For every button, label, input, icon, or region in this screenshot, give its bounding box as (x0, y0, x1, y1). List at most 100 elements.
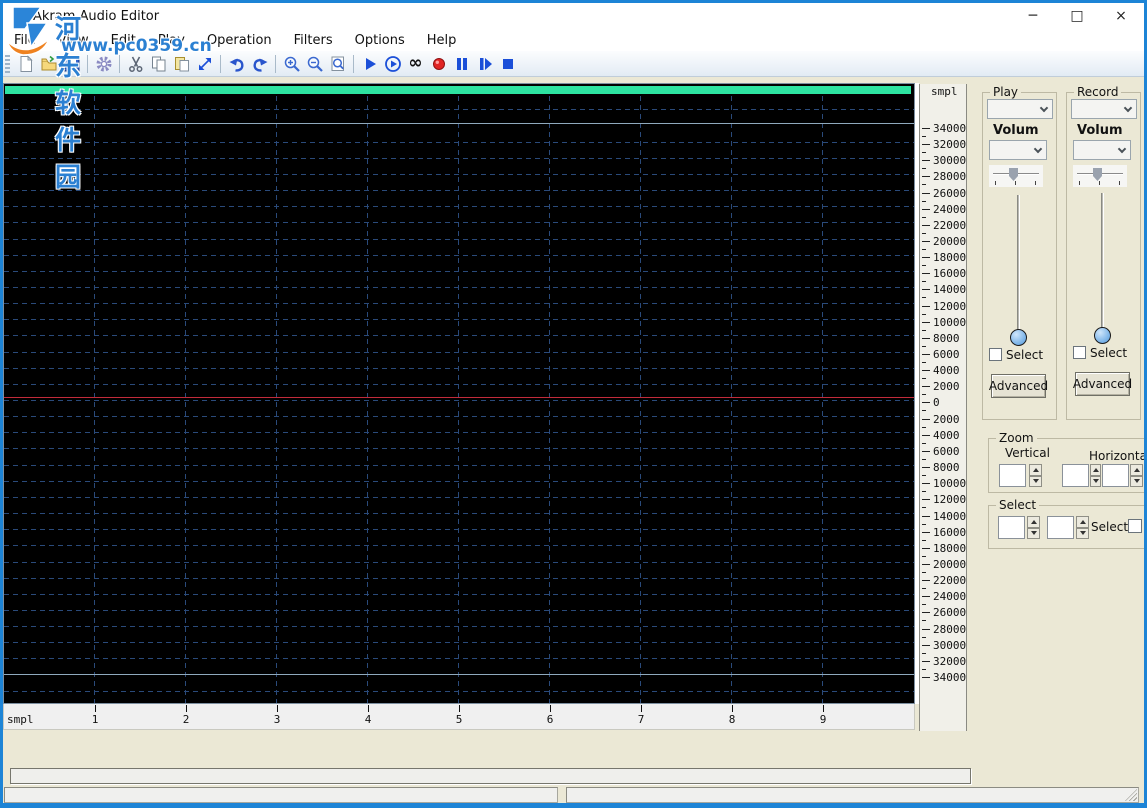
spin-down-button[interactable] (1076, 527, 1089, 539)
menu-item-operation[interactable]: Operation (196, 31, 283, 50)
waveform-display[interactable] (3, 83, 915, 704)
chevron-down-icon (1039, 103, 1049, 113)
spin-up-button[interactable] (1029, 464, 1042, 476)
zoom-fit-icon[interactable] (326, 52, 349, 75)
chevron-down-icon (1033, 144, 1043, 154)
close-button[interactable]: × (1106, 5, 1136, 27)
spin-up-button[interactable] (1090, 464, 1101, 476)
menu-item-help[interactable]: Help (416, 31, 468, 50)
menu-item-edit[interactable]: Edit (100, 31, 147, 50)
app-window: Akram Audio Editor ─ □ × File View Edit Pla… (0, 0, 1147, 808)
maximize-button[interactable]: □ (1062, 5, 1092, 27)
record-select-checkbox[interactable] (1073, 346, 1086, 359)
record-icon[interactable] (427, 52, 450, 75)
scale-major-tick (922, 677, 930, 678)
select-start-input[interactable] (998, 516, 1025, 539)
triangle-down-icon (1079, 531, 1086, 536)
pause-icon[interactable] (450, 52, 473, 75)
selection-bar[interactable] (5, 86, 911, 94)
open-file-icon[interactable] (37, 52, 60, 75)
play-all-icon[interactable] (381, 52, 404, 75)
play-balance-slider[interactable] (989, 165, 1043, 187)
paste-icon[interactable] (170, 52, 193, 75)
zoom-group-title: Zoom (996, 431, 1037, 445)
scale-major-tick (922, 144, 930, 145)
triangle-up-icon (1032, 467, 1039, 472)
menu-item-options[interactable]: Options (344, 31, 416, 50)
grid-hline (4, 319, 914, 320)
scale-minor-tick (922, 330, 926, 331)
record-balance-thumb[interactable] (1093, 168, 1102, 181)
scale-major-tick (922, 209, 930, 210)
grid-hline (4, 448, 914, 449)
spin-down-button[interactable] (1090, 475, 1101, 487)
loop-icon[interactable]: ∞ (404, 52, 427, 75)
scale-tick-label: 32000 (933, 655, 967, 668)
menu-item-play[interactable]: Play (147, 31, 196, 50)
play-device-select[interactable] (987, 99, 1053, 119)
app-icon (12, 12, 26, 21)
settings-gear-icon[interactable] (92, 52, 115, 75)
select-checkbox[interactable] (1128, 519, 1142, 533)
spin-up-button[interactable] (1027, 516, 1040, 528)
menu-item-view[interactable]: View (47, 31, 100, 50)
grid-hline (4, 239, 914, 240)
record-balance-slider[interactable] (1073, 165, 1127, 187)
play-volume-slider[interactable] (1017, 195, 1020, 331)
time-tick (186, 705, 187, 712)
scale-minor-tick (922, 524, 926, 525)
zoom-vertical-input[interactable] (999, 464, 1026, 487)
scale-major-tick (922, 402, 930, 403)
minimize-button[interactable]: ─ (1018, 5, 1048, 27)
scale-major-tick (922, 499, 930, 500)
zoom-horizontal-input-2[interactable] (1102, 464, 1129, 487)
zoom-out-icon[interactable] (303, 52, 326, 75)
menu-item-file[interactable]: File (3, 31, 47, 50)
spin-up-button[interactable] (1076, 516, 1089, 528)
play-to-end-icon[interactable] (473, 52, 496, 75)
scale-tick-label: 16000 (933, 267, 967, 280)
grid-hline (4, 545, 914, 546)
spin-up-button[interactable] (1130, 464, 1143, 476)
spin-down-button[interactable] (1029, 475, 1042, 487)
time-tick-label: 6 (546, 713, 554, 726)
new-file-icon[interactable] (14, 52, 37, 75)
spin-down-button[interactable] (1130, 475, 1143, 487)
play-volume-device-select[interactable] (989, 140, 1047, 160)
triangle-down-icon (1092, 479, 1099, 484)
undo-icon[interactable] (225, 52, 248, 75)
play-icon[interactable] (358, 52, 381, 75)
resize-arrows-icon[interactable] (193, 52, 216, 75)
scale-major-tick (922, 370, 930, 371)
play-volume-knob[interactable] (1010, 329, 1027, 346)
stop-icon[interactable] (496, 52, 519, 75)
zoom-in-icon[interactable] (280, 52, 303, 75)
grid-hline (4, 174, 914, 175)
record-device-select[interactable] (1071, 99, 1137, 119)
spin-down-button[interactable] (1027, 527, 1040, 539)
scale-tick-label: 16000 (933, 526, 967, 539)
scale-tick-label: 18000 (933, 542, 967, 555)
menu-item-filters[interactable]: Filters (283, 31, 344, 50)
scale-major-tick (922, 645, 930, 646)
scale-tick-label: 8000 (933, 461, 960, 474)
resize-grip[interactable] (1125, 789, 1137, 801)
redo-icon[interactable] (248, 52, 271, 75)
scale-minor-tick (922, 637, 926, 638)
toolbar-grip[interactable] (5, 54, 10, 73)
save-icon[interactable] (60, 52, 83, 75)
play-advanced-button[interactable]: Advanced (989, 374, 1048, 398)
select-end-input[interactable] (1047, 516, 1074, 539)
cut-icon[interactable] (124, 52, 147, 75)
record-volume-device-select[interactable] (1073, 140, 1131, 160)
play-select-checkbox[interactable] (989, 348, 1002, 361)
scale-major-tick (922, 338, 930, 339)
record-advanced-button[interactable]: Advanced (1073, 372, 1132, 396)
record-volume-slider[interactable] (1101, 193, 1104, 329)
zoom-horizontal-input-1[interactable] (1062, 464, 1089, 487)
copy-icon[interactable] (147, 52, 170, 75)
scale-tick-label: 20000 (933, 558, 967, 571)
play-balance-thumb[interactable] (1009, 168, 1018, 181)
record-volume-knob[interactable] (1094, 327, 1111, 344)
scale-minor-tick (922, 588, 926, 589)
